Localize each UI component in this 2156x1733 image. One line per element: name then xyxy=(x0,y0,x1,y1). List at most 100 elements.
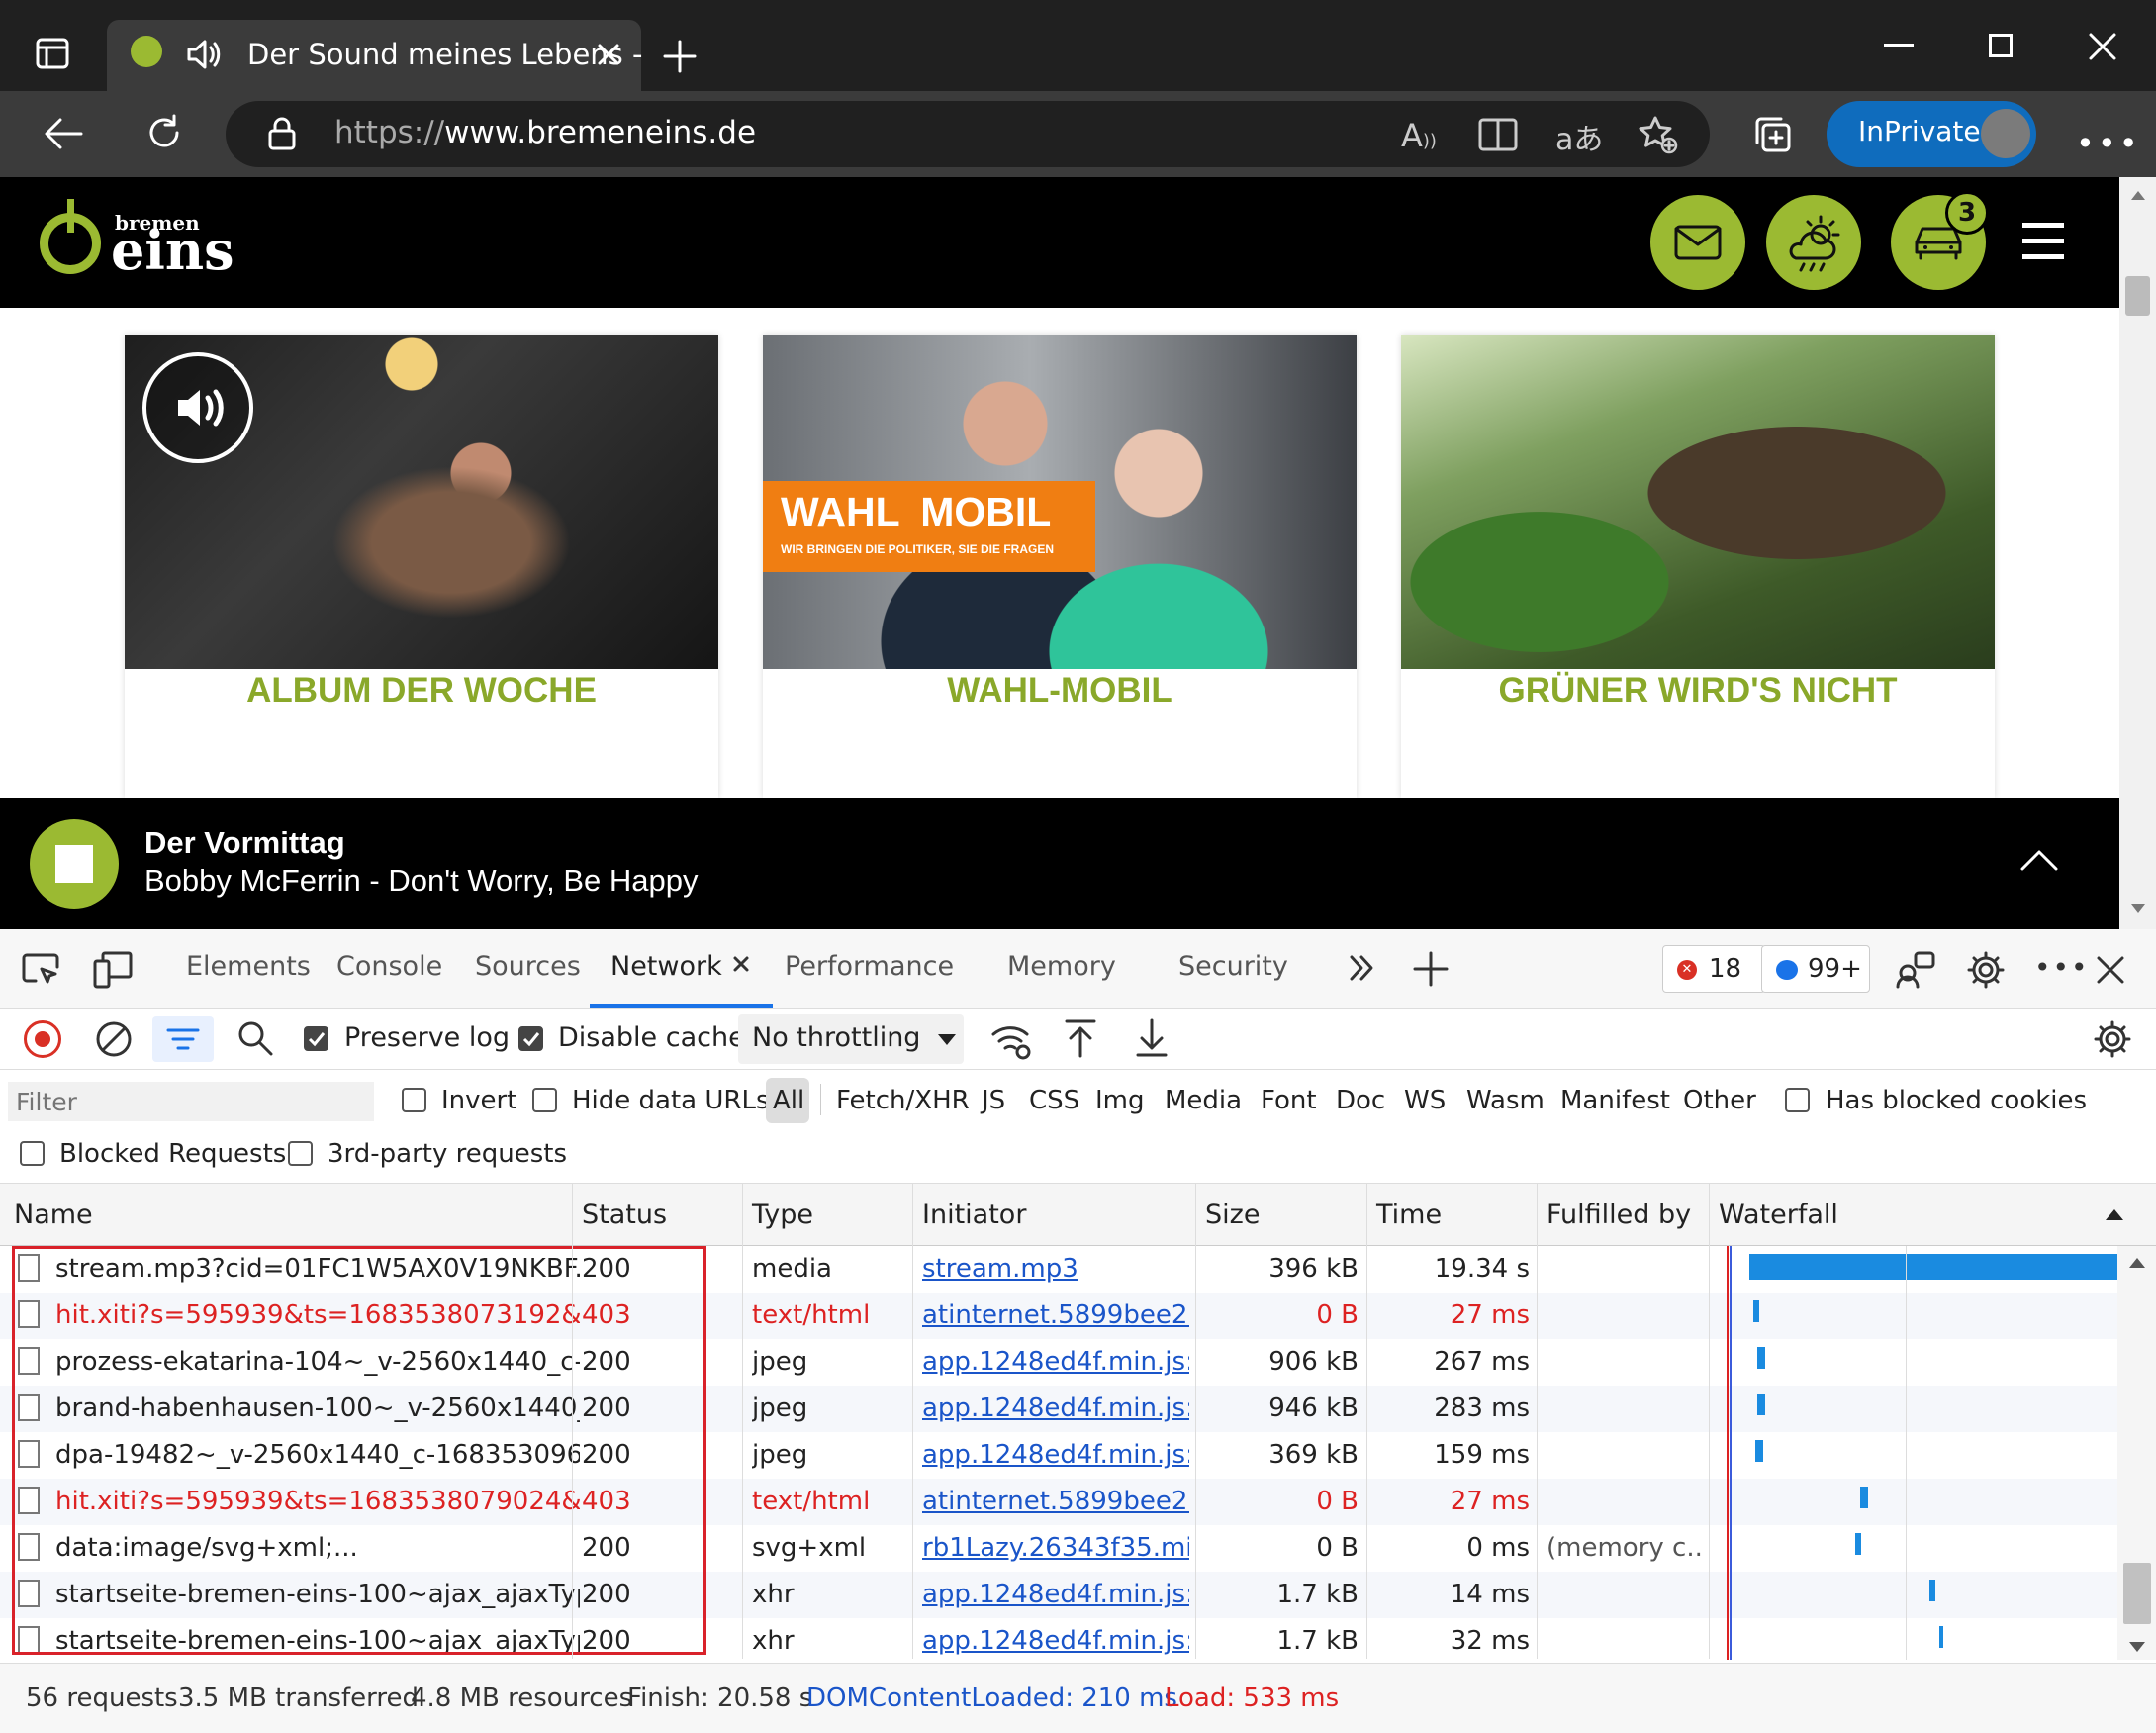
hide-data-urls-label[interactable]: Hide data URLs xyxy=(572,1086,770,1115)
filter-wasm[interactable]: Wasm xyxy=(1466,1086,1545,1115)
filter-fetch-xhr[interactable]: Fetch/XHR xyxy=(836,1086,970,1115)
search-icon[interactable] xyxy=(237,1020,273,1056)
lock-icon[interactable] xyxy=(267,117,297,150)
network-conditions-icon[interactable] xyxy=(989,1020,1033,1060)
sort-ascending-icon[interactable] xyxy=(2106,1209,2123,1220)
page-scrollbar[interactable] xyxy=(2119,177,2156,929)
address-bar[interactable]: https://www.bremeneins.de A)) aあ xyxy=(226,101,1710,167)
col-waterfall[interactable]: Waterfall xyxy=(1719,1200,1838,1230)
menu-icon[interactable] xyxy=(2022,223,2064,259)
scroll-up-icon[interactable] xyxy=(2129,1258,2145,1268)
refresh-icon[interactable] xyxy=(144,113,184,152)
feedback-icon[interactable] xyxy=(1896,951,1935,989)
messages-badge[interactable]: 99+ xyxy=(1761,945,1870,993)
throttling-select[interactable]: No throttling xyxy=(738,1014,964,1064)
tab-console[interactable]: Console xyxy=(336,951,442,982)
cell-initiator[interactable]: rb1Lazy.26343f35.mi... xyxy=(922,1533,1189,1563)
record-button[interactable] xyxy=(24,1020,61,1058)
invert-checkbox[interactable] xyxy=(402,1088,426,1112)
filter-doc[interactable]: Doc xyxy=(1336,1086,1385,1115)
col-time[interactable]: Time xyxy=(1376,1200,1442,1230)
clear-icon[interactable] xyxy=(95,1020,133,1058)
filter-css[interactable]: CSS xyxy=(1029,1086,1079,1115)
filter-toggle[interactable] xyxy=(152,1016,214,1062)
blocked-cookies-checkbox[interactable] xyxy=(1785,1088,1810,1112)
card-album[interactable]: ALBUM DER WOCHE xyxy=(125,335,718,798)
invert-label[interactable]: Invert xyxy=(441,1086,516,1115)
close-network-tab-icon[interactable] xyxy=(732,955,750,973)
cell-initiator[interactable]: app.1248ed4f.min.js:... xyxy=(922,1347,1189,1377)
tab-elements[interactable]: Elements xyxy=(186,951,311,982)
filter-font[interactable]: Font xyxy=(1261,1086,1317,1115)
weather-button[interactable] xyxy=(1766,195,1861,290)
translate-icon[interactable]: aあ xyxy=(1555,115,1603,158)
scroll-down-icon[interactable] xyxy=(2131,904,2145,913)
back-icon[interactable] xyxy=(44,117,83,150)
scroll-thumb[interactable] xyxy=(2125,276,2150,316)
new-tab-icon[interactable] xyxy=(663,40,697,73)
tab-sources[interactable]: Sources xyxy=(475,951,581,982)
close-tab-icon[interactable] xyxy=(596,42,621,67)
col-fulfilled[interactable]: Fulfilled by xyxy=(1547,1200,1691,1230)
filter-ws[interactable]: WS xyxy=(1404,1086,1446,1115)
col-initiator[interactable]: Initiator xyxy=(922,1200,1026,1230)
preserve-log-checkbox[interactable] xyxy=(304,1026,328,1051)
settings-icon[interactable] xyxy=(1967,951,2005,989)
col-status[interactable]: Status xyxy=(582,1200,667,1230)
blocked-requests-checkbox[interactable] xyxy=(20,1141,45,1166)
cell-initiator[interactable]: app.1248ed4f.min.js:5 xyxy=(922,1580,1189,1609)
card-wahl-mobil[interactable]: WAHL MOBIL WIR BRINGEN DIE POLITIKER, SI… xyxy=(763,335,1357,798)
scroll-up-icon[interactable] xyxy=(2131,191,2145,200)
audio-play-button[interactable] xyxy=(142,352,253,463)
card-title[interactable]: GRÜNER WIRD'S NICHT xyxy=(1401,671,1995,711)
maximize-icon[interactable] xyxy=(1989,34,2013,57)
blocked-requests-label[interactable]: Blocked Requests xyxy=(59,1139,286,1169)
more-icon[interactable]: ••• xyxy=(2076,125,2141,162)
table-scrollbar[interactable] xyxy=(2117,1246,2156,1660)
table-scroll-thumb[interactable] xyxy=(2123,1563,2151,1624)
filter-media[interactable]: Media xyxy=(1165,1086,1242,1115)
stop-button[interactable] xyxy=(30,819,119,909)
cell-initiator[interactable]: atinternet.5899bee2.... xyxy=(922,1300,1189,1330)
filter-input[interactable] xyxy=(8,1082,374,1121)
device-emulation-icon[interactable] xyxy=(93,951,133,989)
col-name[interactable]: Name xyxy=(14,1200,93,1230)
card-gruener[interactable]: GRÜNER WIRD'S NICHT xyxy=(1401,335,1995,798)
immersive-reader-icon[interactable] xyxy=(1478,117,1518,152)
cell-initiator[interactable]: atinternet.5899bee2.... xyxy=(922,1487,1189,1516)
disable-cache-checkbox[interactable] xyxy=(518,1026,543,1051)
col-size[interactable]: Size xyxy=(1205,1200,1260,1230)
url-text[interactable]: https://www.bremeneins.de xyxy=(334,115,756,150)
filter-all[interactable]: All xyxy=(773,1086,804,1115)
close-window-icon[interactable] xyxy=(2088,32,2117,61)
cell-initiator[interactable]: app.1248ed4f.min.js:5 xyxy=(922,1626,1189,1656)
close-devtools-icon[interactable] xyxy=(2096,955,2125,985)
filter-other[interactable]: Other xyxy=(1683,1086,1756,1115)
filter-manifest[interactable]: Manifest xyxy=(1560,1086,1670,1115)
cell-initiator[interactable]: app.1248ed4f.min.js:... xyxy=(922,1440,1189,1470)
more-tabs-icon[interactable] xyxy=(1348,953,1375,983)
third-party-label[interactable]: 3rd-party requests xyxy=(328,1139,567,1169)
tab-actions-icon[interactable] xyxy=(36,38,69,69)
add-favorite-icon[interactable] xyxy=(1639,115,1678,154)
network-settings-icon[interactable] xyxy=(2094,1020,2131,1058)
devtools-more-icon[interactable]: ••• xyxy=(2034,951,2090,984)
export-har-icon[interactable] xyxy=(1134,1018,1170,1058)
read-aloud-icon[interactable]: A)) xyxy=(1401,117,1437,154)
cell-initiator[interactable]: stream.mp3 xyxy=(922,1254,1189,1284)
mail-button[interactable] xyxy=(1650,195,1745,290)
disable-cache-label[interactable]: Disable cache xyxy=(558,1022,745,1053)
expand-player-icon[interactable] xyxy=(2018,847,2060,873)
blocked-cookies-label[interactable]: Has blocked cookies xyxy=(1826,1086,2087,1115)
filter-js[interactable]: JS xyxy=(982,1086,1005,1115)
import-har-icon[interactable] xyxy=(1063,1018,1098,1058)
tab-memory[interactable]: Memory xyxy=(1007,951,1116,982)
minimize-icon[interactable] xyxy=(1884,44,1914,47)
errors-badge[interactable]: ✕ 18 xyxy=(1662,945,1765,993)
cell-initiator[interactable]: app.1248ed4f.min.js:... xyxy=(922,1394,1189,1423)
col-type[interactable]: Type xyxy=(752,1200,813,1230)
card-title[interactable]: WAHL-MOBIL xyxy=(763,671,1357,711)
tab-performance[interactable]: Performance xyxy=(785,951,954,982)
logo-text[interactable]: eins xyxy=(111,219,234,282)
tab-security[interactable]: Security xyxy=(1178,951,1288,982)
